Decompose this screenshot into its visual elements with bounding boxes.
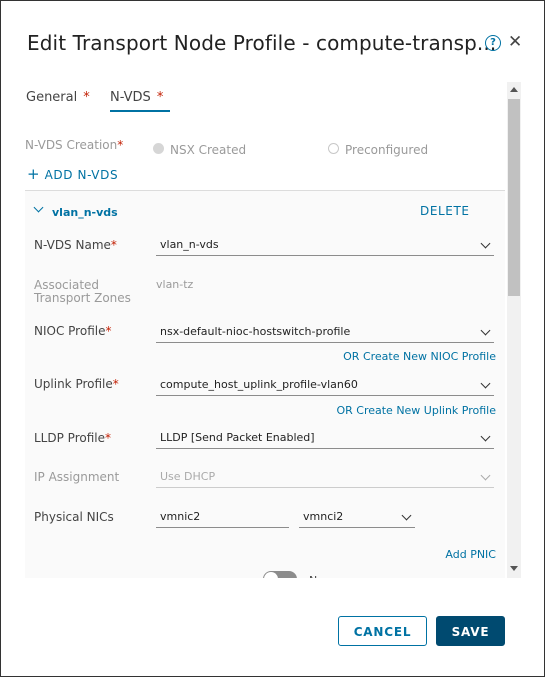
radio-preconfigured[interactable] [328, 143, 339, 154]
ip-assignment-select: Use DHCP [156, 468, 494, 488]
scroll-up-arrow-icon[interactable] [510, 87, 518, 92]
add-nvds-button[interactable]: + ADD N-VDS [27, 165, 118, 183]
chevron-down-icon [480, 238, 491, 249]
toggle-label: N [309, 574, 317, 578]
toggle-switch[interactable] [263, 571, 297, 578]
radio-nsx-created[interactable] [153, 143, 164, 154]
nvds-panel: vlan_n-vds DELETE N-VDS Name* vlan_n-vds… [25, 190, 505, 578]
lldp-profile-select[interactable]: LLDP [Send Packet Enabled] [156, 429, 494, 449]
plus-icon: + [27, 165, 41, 183]
physical-nics-label: Physical NICs [34, 510, 114, 524]
uplink-profile-select[interactable]: compute_host_uplink_profile-vlan60 [156, 376, 494, 396]
close-icon[interactable]: ✕ [508, 33, 522, 51]
nioc-profile-select[interactable]: nsx-default-nioc-hostswitch-profile [156, 323, 494, 343]
assoc-zones-label-line2: Transport Zones [34, 291, 131, 305]
delete-button[interactable]: DELETE [420, 204, 470, 218]
dialog-title: Edit Transport Node Profile - compute-tr… [27, 31, 497, 55]
nvds-name-label: N-VDS Name* [34, 238, 117, 252]
scrollbar[interactable] [507, 82, 521, 578]
dialog-body: N-VDS Creation* NSX Created Preconfigure… [25, 80, 521, 578]
nvds-name-select[interactable]: vlan_n-vds [156, 236, 494, 256]
scroll-down-arrow-icon[interactable] [510, 566, 518, 571]
nioc-profile-label: NIOC Profile* [34, 324, 112, 338]
create-uplink-link[interactable]: OR Create New Uplink Profile [336, 404, 496, 417]
radio-nsx-created-label: NSX Created [170, 143, 247, 157]
chevron-down-icon[interactable] [33, 202, 44, 213]
radio-preconfigured-label: Preconfigured [345, 143, 429, 157]
scrollbar-thumb[interactable] [508, 99, 520, 296]
pnic-uplink-select[interactable]: vmnci2 [299, 508, 415, 528]
save-button[interactable]: SAVE [436, 616, 505, 646]
chevron-down-icon [480, 470, 491, 481]
add-pnic-link[interactable]: Add PNIC [445, 548, 496, 561]
add-nvds-label: ADD N-VDS [44, 168, 119, 182]
chevron-down-icon [480, 378, 491, 389]
pnic-input[interactable]: vmnic2 [156, 508, 289, 528]
chevron-down-icon [480, 431, 491, 442]
lldp-profile-label: LLDP Profile* [34, 431, 111, 445]
panel-title[interactable]: vlan_n-vds [52, 206, 118, 219]
assoc-zones-label-line1: Associated [34, 278, 100, 292]
create-nioc-link[interactable]: OR Create New NIOC Profile [343, 350, 496, 363]
uplink-profile-label: Uplink Profile* [34, 377, 119, 391]
chevron-down-icon [401, 510, 412, 521]
nvds-creation-label: N-VDS Creation* [25, 138, 124, 152]
chevron-down-icon [480, 325, 491, 336]
cancel-button[interactable]: CANCEL [338, 616, 427, 646]
assoc-zones-value: vlan-tz [156, 278, 194, 291]
help-icon[interactable]: ? [485, 35, 501, 51]
ip-assignment-label: IP Assignment [34, 470, 120, 484]
toggle-knob [264, 572, 278, 578]
